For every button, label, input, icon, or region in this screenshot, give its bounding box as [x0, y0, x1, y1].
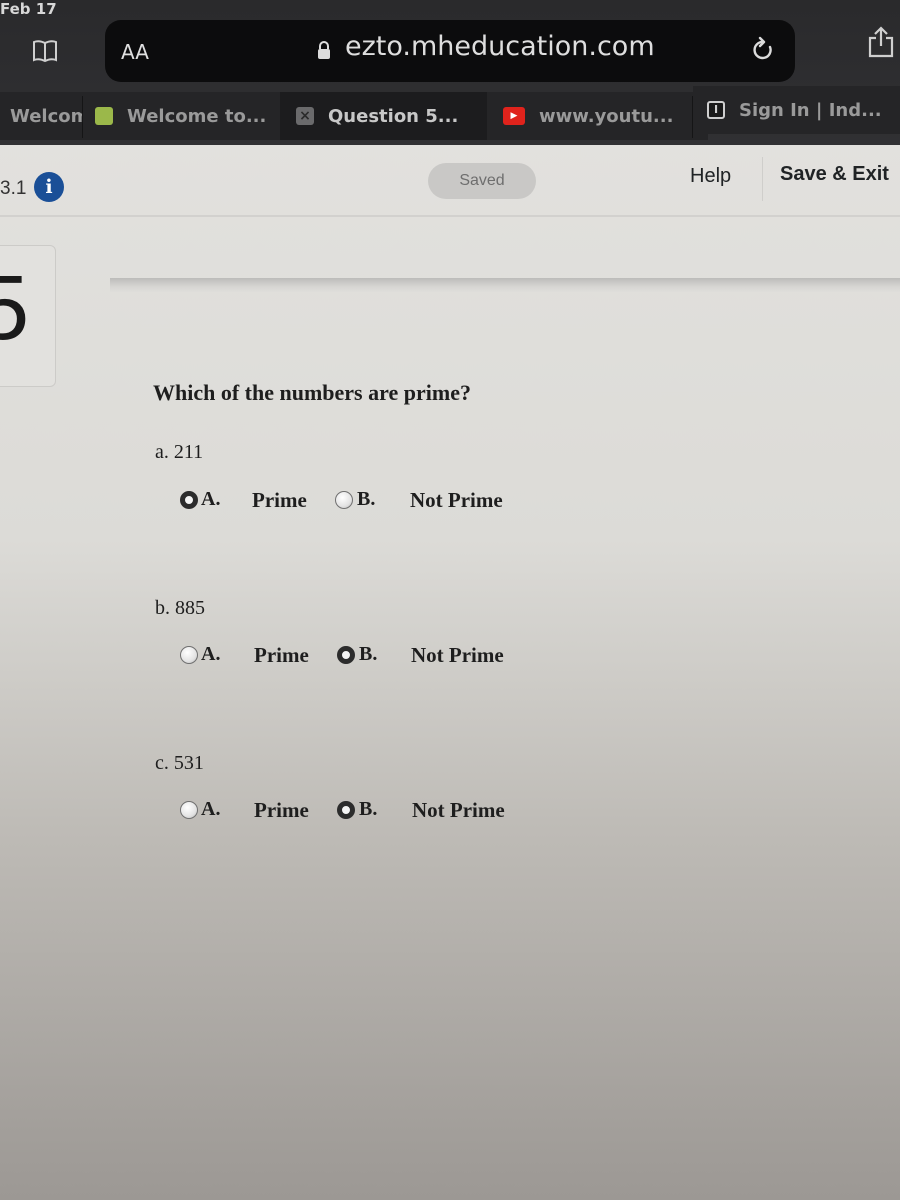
radio-b-not-prime[interactable] [337, 646, 355, 664]
save-and-exit-button[interactable]: Save & Exit [780, 163, 889, 186]
section-number: 3.1 [0, 178, 27, 199]
lock-icon [318, 41, 330, 59]
assessment-header: 3.1 i Saved Help Save & Exit [0, 145, 900, 215]
tab-label: Sign In | Ind... [739, 99, 882, 121]
text-size-label: AA [121, 40, 149, 64]
tab-sign-in-indeed[interactable]: I Sign In | Ind... [693, 86, 900, 134]
tab-question-5[interactable]: × Question 5... [280, 92, 501, 140]
header-divider [762, 157, 763, 201]
header-bottom-border [0, 215, 900, 217]
option-letter[interactable]: A. [201, 488, 220, 511]
browser-chrome: Feb 17 AA ezto.mheducation.com Welcom We… [0, 0, 900, 145]
option-text-not-prime[interactable]: Not Prime [411, 643, 504, 668]
indeed-icon: I [707, 101, 725, 119]
question-top-bar [110, 278, 900, 292]
option-letter[interactable]: B. [359, 798, 377, 821]
tab-welcome-to[interactable]: Welcome to... [83, 92, 292, 140]
part-label-c: c. 531 [155, 752, 204, 774]
options-row-a: A. Prime B. Not Prime [180, 488, 540, 518]
option-letter[interactable]: B. [357, 488, 375, 511]
radio-c-prime[interactable] [180, 801, 198, 819]
radio-b-prime[interactable] [180, 646, 198, 664]
option-letter[interactable]: A. [201, 643, 220, 666]
option-text-prime[interactable]: Prime [254, 643, 309, 668]
radio-a-not-prime[interactable] [335, 491, 353, 509]
tab-label: Welcom [10, 105, 90, 127]
part-label-a: a. 211 [155, 441, 204, 463]
option-letter[interactable]: A. [201, 798, 220, 821]
question-number: 5 [0, 257, 30, 359]
option-text-prime[interactable]: Prime [252, 488, 307, 513]
radio-a-prime[interactable] [180, 491, 198, 509]
url-text[interactable]: ezto.mheducation.com [345, 31, 655, 62]
radio-c-not-prime[interactable] [337, 801, 355, 819]
tab-label: Question 5... [328, 105, 459, 127]
info-icon[interactable]: i [34, 172, 64, 202]
tab-youtube[interactable]: ▶ www.youtu... [487, 92, 708, 140]
help-button[interactable]: Help [690, 165, 731, 188]
share-icon[interactable] [866, 26, 896, 58]
option-text-not-prime[interactable]: Not Prime [410, 488, 503, 513]
address-bar[interactable]: AA ezto.mheducation.com [105, 20, 795, 82]
options-row-c: A. Prime B. Not Prime [180, 798, 540, 828]
option-letter[interactable]: B. [359, 643, 377, 666]
question-prompt: Which of the numbers are prime? [153, 380, 471, 405]
option-text-prime[interactable]: Prime [254, 798, 309, 823]
tab-label: Welcome to... [127, 105, 267, 127]
text-size-button[interactable]: AA [121, 40, 149, 64]
reading-list-icon[interactable] [32, 38, 58, 64]
saved-status-badge: Saved [428, 163, 536, 199]
option-text-not-prime[interactable]: Not Prime [412, 798, 505, 823]
youtube-icon: ▶ [503, 107, 525, 125]
mcgraw-hill-connect-icon [95, 107, 113, 125]
status-date: Feb 17 [0, 0, 57, 18]
reload-icon[interactable] [749, 36, 777, 64]
options-row-b: A. Prime B. Not Prime [180, 643, 540, 673]
tab-welcom[interactable]: Welcom [0, 92, 95, 140]
tab-label: www.youtu... [539, 105, 674, 127]
close-tab-icon[interactable]: × [296, 107, 314, 125]
part-label-b: b. 885 [155, 597, 205, 619]
tab-bar: Welcom Welcome to... × Question 5... ▶ w… [0, 86, 900, 140]
